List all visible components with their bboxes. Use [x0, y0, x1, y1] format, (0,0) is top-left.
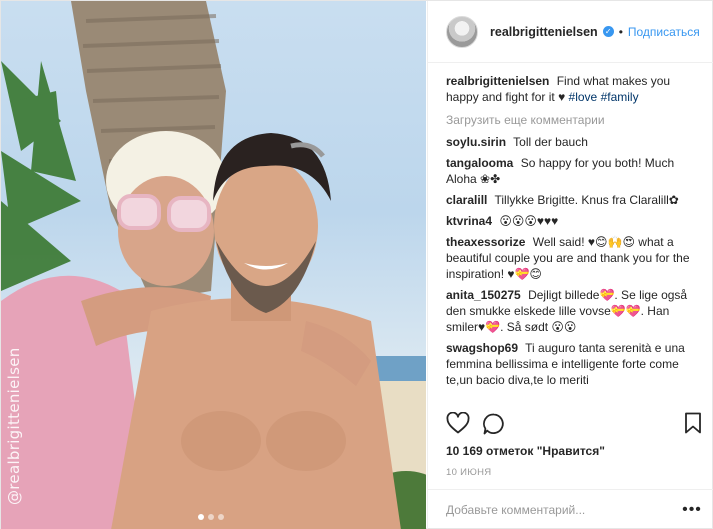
more-options-icon[interactable]: ••• — [682, 501, 702, 519]
comment-item: tangalooma So happy for you both! Much A… — [446, 155, 702, 187]
comment-text: 😮😮😮♥♥♥ — [499, 214, 559, 228]
caption-username[interactable]: realbrigittenielsen — [446, 74, 549, 88]
photo-watermark: @realbrigittenielsen — [5, 347, 23, 505]
post-photo[interactable]: @realbrigittenielsen — [1, 1, 426, 529]
comment-username[interactable]: theaxessorize — [446, 235, 525, 249]
follow-button[interactable]: Подписаться — [628, 25, 700, 39]
comment-username[interactable]: claralill — [446, 193, 487, 207]
comment-text: Tillykke Brigitte. Knus fra Claralill✿ — [494, 193, 679, 207]
carousel-dot-3[interactable] — [218, 514, 224, 520]
hashtag-family[interactable]: #family — [601, 90, 639, 104]
comment-username[interactable]: swagshop69 — [446, 341, 518, 355]
post-date[interactable]: 10 ИЮНЯ — [446, 467, 491, 478]
photo-illustration — [1, 1, 426, 529]
speech-bubble-icon[interactable] — [482, 412, 506, 439]
verified-badge-icon: ✓ — [602, 26, 614, 37]
carousel-dot-2[interactable] — [208, 514, 214, 520]
heart-outline-icon[interactable] — [446, 411, 470, 437]
load-more-comments-button[interactable]: Загрузить еще комментарии — [446, 113, 702, 127]
comment-item: ktvrina4 😮😮😮♥♥♥ — [446, 213, 702, 229]
carousel-dot-1[interactable] — [198, 514, 204, 520]
comment-item: claralill Tillykke Brigitte. Knus fra Cl… — [446, 192, 702, 208]
comment-username[interactable]: tangalooma — [446, 156, 513, 170]
avatar[interactable] — [446, 15, 478, 48]
add-comment-input[interactable] — [446, 503, 682, 517]
bookmark-outline-icon[interactable] — [684, 412, 702, 437]
carousel-dots[interactable] — [198, 514, 224, 520]
comment-text: Toll der bauch — [513, 135, 588, 149]
action-bar — [446, 411, 702, 439]
comment-username[interactable]: anita_150275 — [446, 288, 521, 302]
comment-item: theaxessorize Well said! ♥😊🙌😍 what a bea… — [446, 234, 702, 282]
instagram-post: @realbrigittenielsen realbrigittenielsen… — [0, 0, 713, 529]
comment-item: swagshop69 Ti auguro tanta serenità e un… — [446, 340, 702, 388]
caption: realbrigittenielsen Find what makes you … — [446, 73, 702, 105]
likes-count[interactable]: 10 169 отметок "Нравится" — [446, 444, 605, 458]
post-side-panel: realbrigittenielsen ✓ • Подписаться real… — [427, 1, 713, 529]
comment-item: anita_150275 Dejligt billede💝. Se lige o… — [446, 287, 702, 335]
comment-username[interactable]: ktvrina4 — [446, 214, 492, 228]
header-separator: • — [618, 24, 623, 39]
comment-username[interactable]: soylu.sirin — [446, 135, 506, 149]
add-comment-section: ••• — [428, 489, 713, 529]
header-username[interactable]: realbrigittenielsen — [490, 25, 598, 39]
comment-item: soylu.sirin Toll der bauch — [446, 134, 702, 150]
hashtag-love[interactable]: #love — [569, 90, 598, 104]
post-header: realbrigittenielsen ✓ • Подписаться — [428, 1, 713, 63]
comments-list: realbrigittenielsen Find what makes you … — [446, 73, 702, 398]
